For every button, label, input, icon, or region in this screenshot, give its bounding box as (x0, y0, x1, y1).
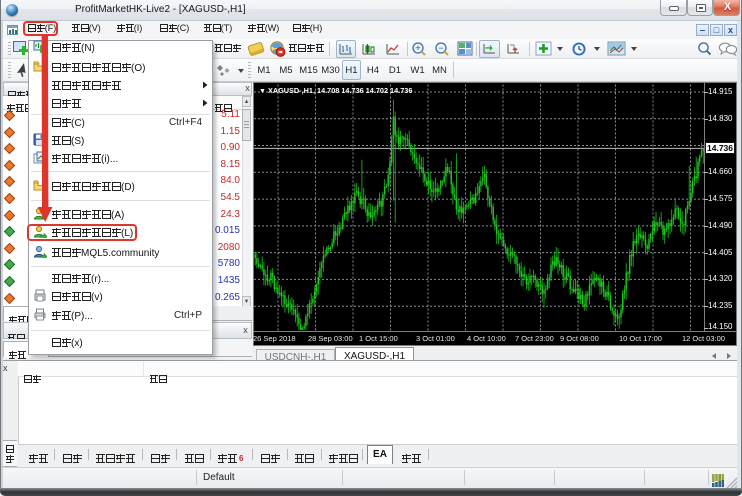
svg-text:−: − (438, 43, 443, 53)
svg-text:+: + (415, 43, 420, 53)
